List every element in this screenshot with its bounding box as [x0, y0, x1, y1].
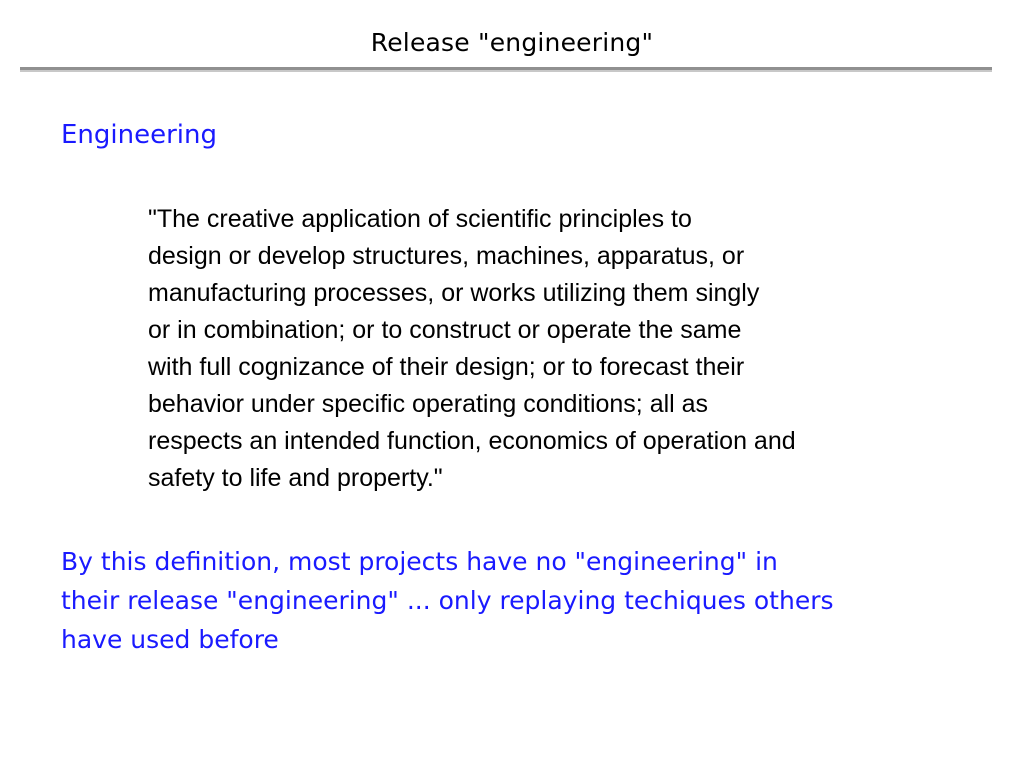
quote-line: manufacturing processes, or works utiliz…	[148, 279, 760, 307]
title-divider	[20, 67, 992, 72]
quote-line: "The creative application of scientific …	[148, 205, 692, 233]
conclusion-text: By this definition, most projects have n…	[61, 542, 961, 659]
conclusion-line: their release "engineering" ... only rep…	[61, 586, 834, 615]
quote-line: or in combination; or to construct or op…	[148, 316, 742, 344]
quote-line: with full cognizance of their design; or…	[148, 353, 745, 381]
slide-title: Release "engineering"	[370, 28, 654, 57]
quote-line: behavior under specific operating condit…	[148, 390, 709, 418]
section-heading: Engineering	[61, 120, 217, 150]
conclusion-line: By this definition, most projects have n…	[61, 547, 778, 576]
conclusion-line: have used before	[61, 625, 279, 654]
quote-line: respects an intended function, economics…	[148, 427, 796, 455]
quote-line: safety to life and property."	[148, 464, 443, 492]
definition-quote: "The creative application of scientific …	[148, 201, 948, 497]
quote-line: design or develop structures, machines, …	[148, 242, 745, 270]
